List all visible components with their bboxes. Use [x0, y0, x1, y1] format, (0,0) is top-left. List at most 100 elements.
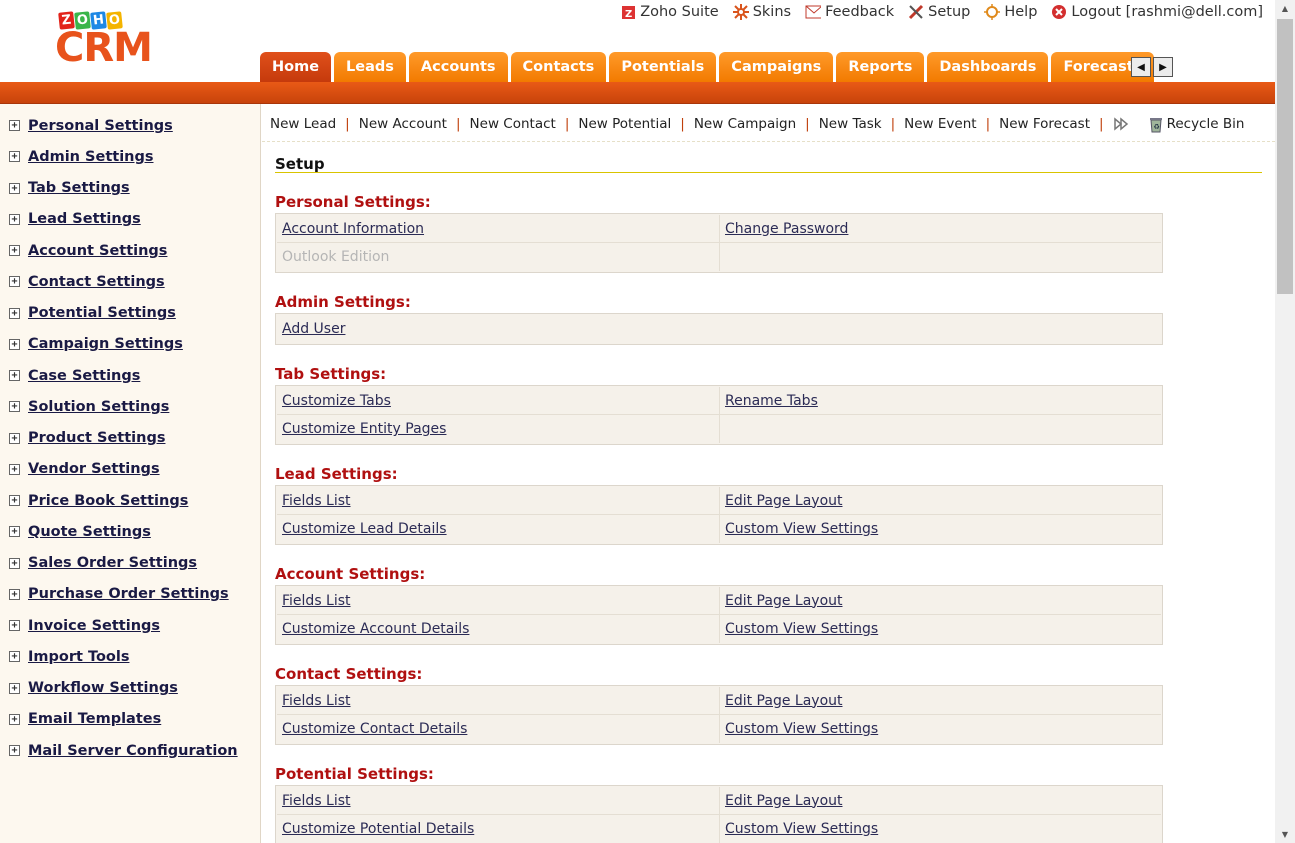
sidebar-item-label[interactable]: Account Settings: [28, 243, 167, 259]
sidebar-item-account-settings[interactable]: + Account Settings: [0, 235, 260, 266]
setting-link-rename-tabs[interactable]: Rename Tabs: [725, 393, 818, 409]
expand-plus-icon[interactable]: +: [9, 463, 20, 475]
tab-leads[interactable]: Leads: [334, 52, 406, 82]
sidebar-item-campaign-settings[interactable]: + Campaign Settings: [0, 329, 260, 360]
top-link-skins[interactable]: Skins: [732, 4, 791, 20]
sidebar-item-label[interactable]: Tab Settings: [28, 180, 130, 196]
sidebar-item-label[interactable]: Campaign Settings: [28, 336, 183, 352]
sidebar-item-label[interactable]: Purchase Order Settings: [28, 586, 229, 602]
sidebar-item-quote-settings[interactable]: + Quote Settings: [0, 516, 260, 547]
scroll-down-icon[interactable]: ▼: [1275, 826, 1295, 843]
tab-reports[interactable]: Reports: [836, 52, 925, 82]
sidebar-item-import-tools[interactable]: + Import Tools: [0, 641, 260, 672]
expand-plus-icon[interactable]: +: [9, 151, 20, 163]
setting-link-customize-contact-details[interactable]: Customize Contact Details: [282, 721, 467, 737]
top-link-setup[interactable]: Setup: [908, 4, 970, 20]
sidebar-item-potential-settings[interactable]: + Potential Settings: [0, 298, 260, 329]
quick-link-new-contact[interactable]: New Contact: [470, 116, 556, 132]
quick-link-new-forecast[interactable]: New Forecast: [999, 116, 1090, 132]
setting-link-fields-list[interactable]: Fields List: [282, 693, 351, 709]
expand-plus-icon[interactable]: +: [9, 588, 20, 600]
sidebar-item-label[interactable]: Personal Settings: [28, 118, 173, 134]
sidebar-item-sales-order-settings[interactable]: + Sales Order Settings: [0, 548, 260, 579]
setting-link-customize-tabs[interactable]: Customize Tabs: [282, 393, 391, 409]
sidebar-item-mail-server-configuration[interactable]: + Mail Server Configuration: [0, 735, 260, 766]
zoho-crm-logo[interactable]: ZOHO CRM: [55, 11, 190, 70]
top-link-help[interactable]: Help: [984, 4, 1037, 20]
setting-link-custom-view-settings[interactable]: Custom View Settings: [725, 521, 878, 537]
vertical-scrollbar[interactable]: ▲ ▼: [1275, 0, 1295, 843]
setting-link-edit-page-layout[interactable]: Edit Page Layout: [725, 593, 843, 609]
setting-link-edit-page-layout[interactable]: Edit Page Layout: [725, 693, 843, 709]
expand-plus-icon[interactable]: +: [9, 620, 20, 632]
sidebar-item-email-templates[interactable]: + Email Templates: [0, 704, 260, 735]
expand-plus-icon[interactable]: +: [9, 120, 20, 132]
sidebar-item-label[interactable]: Solution Settings: [28, 399, 169, 415]
quick-link-new-event[interactable]: New Event: [904, 116, 976, 132]
expand-plus-icon[interactable]: +: [9, 526, 20, 538]
sidebar-item-label[interactable]: Admin Settings: [28, 149, 154, 165]
top-link-logout[interactable]: Logout [rashmi@dell.com]: [1051, 4, 1263, 20]
tab-accounts[interactable]: Accounts: [408, 52, 508, 82]
setting-link-edit-page-layout[interactable]: Edit Page Layout: [725, 793, 843, 809]
sidebar-item-lead-settings[interactable]: + Lead Settings: [0, 204, 260, 235]
setting-link-fields-list[interactable]: Fields List: [282, 793, 351, 809]
sidebar-item-label[interactable]: Case Settings: [28, 368, 140, 384]
top-link-feedback[interactable]: Feedback: [805, 4, 894, 20]
setting-link-customize-account-details[interactable]: Customize Account Details: [282, 621, 469, 637]
expand-plus-icon[interactable]: +: [9, 276, 20, 288]
sidebar-item-workflow-settings[interactable]: + Workflow Settings: [0, 673, 260, 704]
expand-plus-icon[interactable]: +: [9, 370, 20, 382]
expand-plus-icon[interactable]: +: [9, 213, 20, 225]
sidebar-item-invoice-settings[interactable]: + Invoice Settings: [0, 610, 260, 641]
setting-link-fields-list[interactable]: Fields List: [282, 493, 351, 509]
expand-plus-icon[interactable]: +: [9, 338, 20, 350]
sidebar-item-label[interactable]: Vendor Settings: [28, 461, 160, 477]
sidebar-item-label[interactable]: Product Settings: [28, 430, 165, 446]
setting-link-custom-view-settings[interactable]: Custom View Settings: [725, 721, 878, 737]
setting-link-customize-lead-details[interactable]: Customize Lead Details: [282, 521, 447, 537]
expand-plus-icon[interactable]: +: [9, 182, 20, 194]
tab-home[interactable]: Home: [260, 52, 332, 82]
tab-campaigns[interactable]: Campaigns: [719, 52, 834, 82]
sidebar-item-label[interactable]: Contact Settings: [28, 274, 165, 290]
tab-scroll-left-icon[interactable]: ◀: [1131, 57, 1151, 77]
sidebar-item-label[interactable]: Invoice Settings: [28, 618, 160, 634]
sidebar-item-admin-settings[interactable]: + Admin Settings: [0, 141, 260, 172]
sidebar-item-product-settings[interactable]: + Product Settings: [0, 423, 260, 454]
quick-link-new-account[interactable]: New Account: [359, 116, 447, 132]
sidebar-item-label[interactable]: Mail Server Configuration: [28, 743, 238, 759]
sidebar-item-label[interactable]: Quote Settings: [28, 524, 151, 540]
setting-link-account-information[interactable]: Account Information: [282, 221, 424, 237]
quick-link-new-task[interactable]: New Task: [819, 116, 882, 132]
setting-link-fields-list[interactable]: Fields List: [282, 593, 351, 609]
sidebar-item-personal-settings[interactable]: + Personal Settings: [0, 110, 260, 141]
setting-link-customize-entity-pages[interactable]: Customize Entity Pages: [282, 421, 446, 437]
sidebar-item-contact-settings[interactable]: + Contact Settings: [0, 266, 260, 297]
expand-plus-icon[interactable]: +: [9, 432, 20, 444]
setting-link-custom-view-settings[interactable]: Custom View Settings: [725, 621, 878, 637]
setting-link-customize-potential-details[interactable]: Customize Potential Details: [282, 821, 474, 837]
sidebar-item-label[interactable]: Lead Settings: [28, 211, 141, 227]
expand-plus-icon[interactable]: +: [9, 557, 20, 569]
expand-plus-icon[interactable]: +: [9, 401, 20, 413]
more-links-icon[interactable]: [1113, 116, 1129, 132]
tab-contacts[interactable]: Contacts: [510, 52, 607, 82]
recycle-bin-link[interactable]: ♻ Recycle Bin: [1147, 116, 1244, 132]
quick-link-new-campaign[interactable]: New Campaign: [694, 116, 796, 132]
sidebar-item-label[interactable]: Workflow Settings: [28, 680, 178, 696]
setting-link-edit-page-layout[interactable]: Edit Page Layout: [725, 493, 843, 509]
sidebar-item-label[interactable]: Sales Order Settings: [28, 555, 197, 571]
tab-scroll-right-icon[interactable]: ▶: [1153, 57, 1173, 77]
sidebar-item-case-settings[interactable]: + Case Settings: [0, 360, 260, 391]
sidebar-item-label[interactable]: Potential Settings: [28, 305, 176, 321]
tab-potentials[interactable]: Potentials: [609, 52, 717, 82]
expand-plus-icon[interactable]: +: [9, 745, 20, 757]
sidebar-item-solution-settings[interactable]: + Solution Settings: [0, 391, 260, 422]
quick-link-new-potential[interactable]: New Potential: [578, 116, 671, 132]
expand-plus-icon[interactable]: +: [9, 495, 20, 507]
expand-plus-icon[interactable]: +: [9, 245, 20, 257]
expand-plus-icon[interactable]: +: [9, 307, 20, 319]
setting-link-change-password[interactable]: Change Password: [725, 221, 848, 237]
expand-plus-icon[interactable]: +: [9, 713, 20, 725]
